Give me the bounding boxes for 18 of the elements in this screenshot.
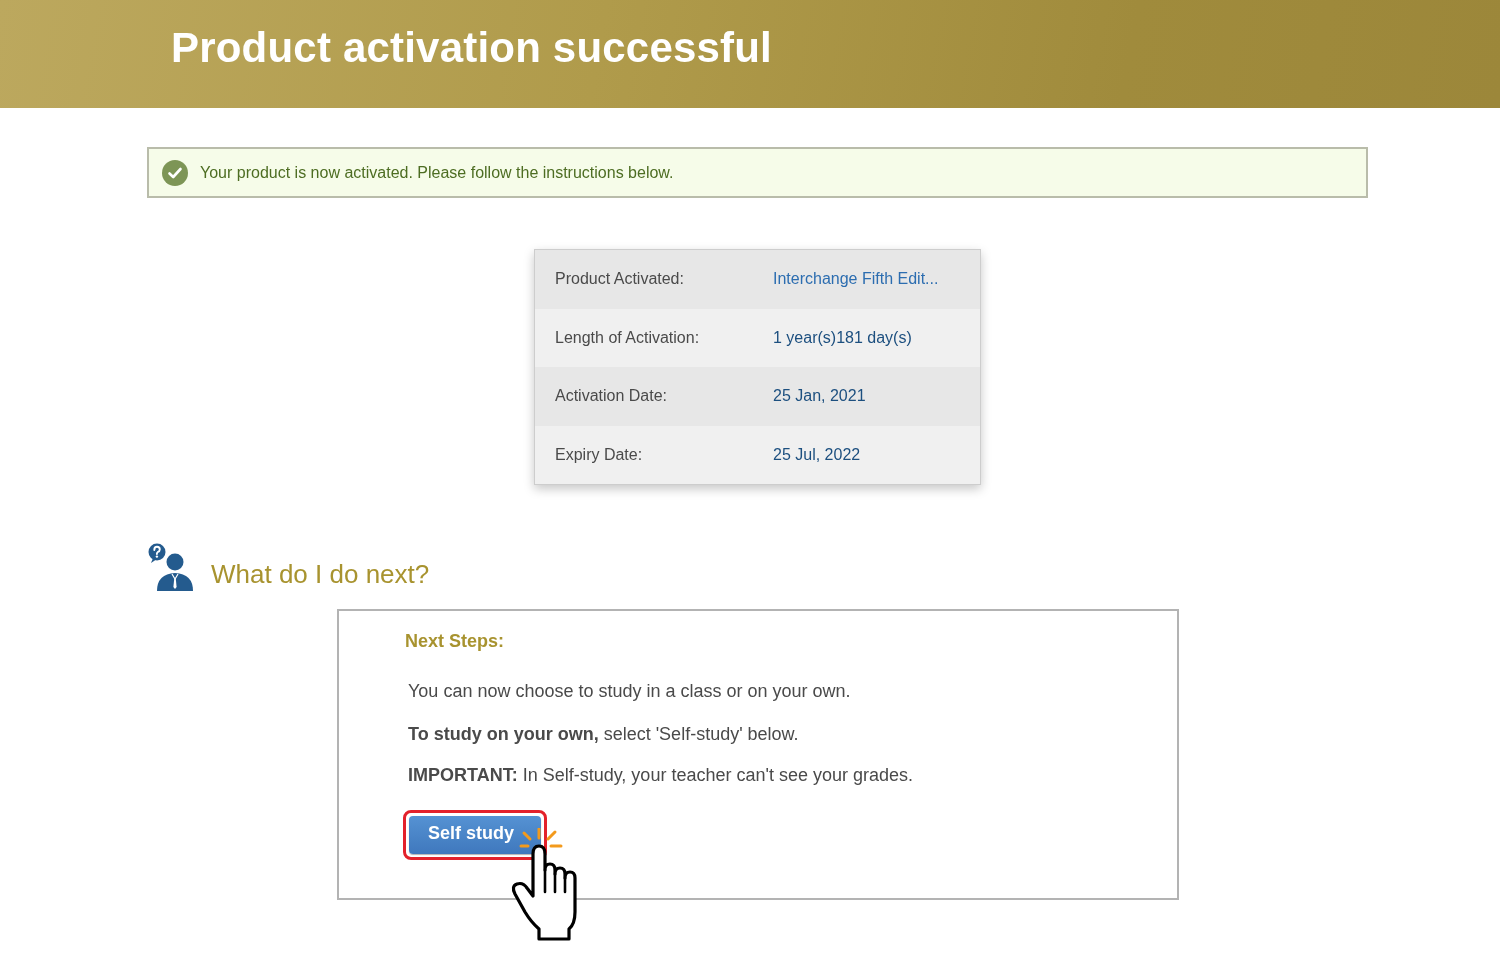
page-title: Product activation successful <box>171 27 772 73</box>
detail-value: 1 year(s)181 day(s) <box>773 327 913 348</box>
section-heading: What do I do next? <box>211 557 430 591</box>
person-question-icon <box>148 543 193 591</box>
detail-label: Activation Date: <box>555 386 669 407</box>
instruction-text: To study on your own, select 'Self-study' below. <box>408 723 800 746</box>
detail-value: 25 Jul, 2022 <box>773 444 862 465</box>
next-steps-heading: Next Steps: <box>405 630 506 652</box>
detail-label: Product Activated: <box>555 269 685 290</box>
product-link[interactable]: Interchange Fifth Edit... <box>773 267 960 292</box>
check-circle-icon <box>162 159 188 186</box>
instruction-text: You can now choose to study in a class or on your own. <box>408 680 852 703</box>
detail-value: 25 Jan, 2021 <box>773 386 867 407</box>
alert-message: Your product is now activated. Please follow the instructions below. <box>200 162 674 183</box>
detail-label: Length of Activation: <box>555 327 701 348</box>
self-study-button[interactable]: Self study <box>409 816 541 854</box>
instruction-text: IMPORTANT: In Self-study, your teacher can't see your grades. <box>408 764 914 787</box>
detail-label: Expiry Date: <box>555 444 644 465</box>
